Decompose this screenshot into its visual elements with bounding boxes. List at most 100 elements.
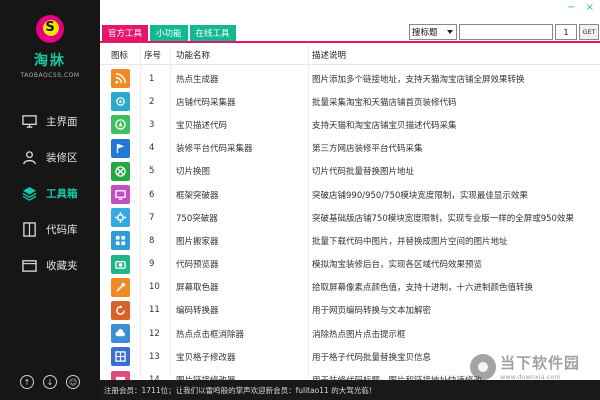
tab-bar: 官方工具 小功能 在线工具 [102, 25, 238, 41]
row-name[interactable]: 代码预览器 [170, 258, 308, 270]
sidebar: S 淘牀 TAOBAOCSS.COM 主界面 装修区 工具箱 代码库 收藏夹 ↑… [0, 0, 100, 400]
row-name[interactable]: 图片搬家器 [170, 235, 308, 247]
row-number: 3 [149, 119, 155, 130]
table-row[interactable]: 4 装修平台代码采集器 第三方网店装修平台代码采集 [100, 137, 600, 160]
tab-small-features[interactable]: 小功能 [150, 25, 188, 41]
page-number-input[interactable]: 1 [555, 24, 577, 40]
row-number: 8 [149, 235, 155, 246]
row-name[interactable]: 切片换图 [170, 165, 308, 177]
watermark-logo-icon [470, 353, 496, 380]
sidebar-item-codelib[interactable]: 代码库 [0, 211, 100, 247]
table-row[interactable]: 7 750突破器 突破基础版店铺750模块宽度限制，实现专业版一样的全屏或950效果 [100, 206, 600, 229]
search-type-select[interactable]: 搜标题 [409, 24, 457, 40]
row-name[interactable]: 店铺代码采集器 [170, 96, 308, 108]
row-description: 第三方网店装修平台代码采集 [312, 144, 423, 155]
grid2-icon [111, 347, 130, 367]
row-name[interactable]: 装修平台代码采集器 [170, 142, 308, 154]
table-row[interactable]: 11 编码转换器 用于网页编码转换与文本加解密 [100, 299, 600, 322]
row-name[interactable]: 屏幕取色器 [170, 281, 308, 293]
search-bar: 搜标题 1 GET [409, 24, 599, 40]
drag-icon [111, 92, 130, 112]
watermark-url: www.downxia.com [500, 373, 561, 381]
sidebar-item-label: 代码库 [46, 223, 78, 236]
logo-name: 淘牀 [34, 53, 66, 69]
table-row[interactable]: 1 热点生成器 图片添加多个链接地址，支持天猫淘宝店铺全屏效果转换 [100, 67, 600, 90]
header-num: 序号 [144, 50, 162, 61]
go-button[interactable]: GET [579, 24, 599, 40]
sidebar-nav: 主界面 装修区 工具箱 代码库 收藏夹 [0, 103, 100, 283]
grid-icon [111, 231, 130, 251]
row-name[interactable]: 宝贝描述代码 [170, 119, 308, 131]
tab-official-tools[interactable]: 官方工具 [102, 25, 149, 41]
monitor-icon [22, 114, 37, 129]
row-description: 批量采集淘宝和天猫店铺首页装修代码 [312, 97, 457, 108]
row-name[interactable]: 框架突破器 [170, 189, 308, 201]
row-name[interactable]: 热点生成器 [170, 73, 308, 85]
header-divider [100, 41, 600, 43]
row-name[interactable]: 热点点击框消除器 [170, 328, 308, 340]
sidebar-item-label: 主界面 [46, 115, 78, 128]
table-row[interactable]: 2 店铺代码采集器 批量采集淘宝和天猫店铺首页装修代码 [100, 90, 600, 113]
header-name: 功能名称 [176, 50, 211, 61]
watermark-title: 当下软件园 [500, 354, 581, 372]
sidebar-item-label: 工具箱 [46, 187, 78, 200]
search-input[interactable] [459, 24, 553, 40]
gear-icon [111, 208, 130, 228]
table-row[interactable]: 5 切片换图 切片代码批量替换图片地址 [100, 160, 600, 183]
row-description: 拾取屏幕像素点颜色值，支持十进制，十六进制颜色值转换 [312, 283, 534, 294]
app-logo: S 淘牀 TAOBAOCSS.COM [0, 14, 100, 79]
row-description: 突破店铺990/950/750模块宽度限制，实现最佳显示效果 [312, 190, 528, 201]
row-number: 5 [149, 166, 155, 177]
table-row[interactable]: 3 宝贝描述代码 支持天猫和淘宝店铺宝贝描述代码采集 [100, 113, 600, 136]
row-number: 1 [149, 73, 155, 84]
sidebar-item-label: 装修区 [46, 151, 78, 164]
tab-online-tools[interactable]: 在线工具 [189, 25, 236, 41]
download-icon[interactable]: ↓ [43, 375, 57, 389]
watermark: 当下软件园 www.downxia.com [470, 352, 580, 381]
upload-icon[interactable]: ↑ [20, 375, 34, 389]
row-description: 突破基础版店铺750模块宽度限制，实现专业版一样的全屏或950效果 [312, 213, 574, 224]
logo-letter: S [45, 20, 55, 35]
minimize-button[interactable]: − [567, 2, 575, 13]
row-description: 用于网页编码转换与文本加解密 [312, 306, 432, 317]
smiley-icon[interactable]: ☺ [66, 375, 80, 389]
sidebar-item-toolbox[interactable]: 工具箱 [0, 175, 100, 211]
row-description: 模拟淘宝装修后台，实现各区域代码效果预览 [312, 260, 483, 271]
sidebar-item-decorate[interactable]: 装修区 [0, 139, 100, 175]
sidebar-item-label: 收藏夹 [46, 259, 78, 272]
status-bar: 注册会员：1711位；让我们以雷鸣般的掌声欢迎新会员：fulitao11 的大驾… [100, 380, 600, 400]
folder-icon [22, 258, 37, 273]
picker-icon [111, 277, 130, 297]
table-header: 图标 序号 功能名称 描述说明 [100, 45, 600, 65]
row-description: 图片添加多个链接地址，支持天猫淘宝店铺全屏效果转换 [312, 74, 525, 85]
table-row[interactable]: 12 热点点击框消除器 消除热点图片点击提示框 [100, 322, 600, 345]
person-icon [22, 150, 37, 165]
code-icon [22, 221, 37, 237]
row-name[interactable]: 750突破器 [170, 212, 308, 224]
window-controls: − × [567, 2, 594, 13]
row-number: 10 [149, 282, 160, 293]
camera-icon [111, 254, 130, 274]
row-name[interactable]: 宝贝格子修改器 [170, 351, 308, 363]
row-description: 消除热点图片点击提示框 [312, 329, 406, 340]
row-number: 7 [149, 212, 155, 223]
sidebar-item-favorites[interactable]: 收藏夹 [0, 247, 100, 283]
table-row[interactable]: 6 框架突破器 突破店铺990/950/750模块宽度限制，实现最佳显示效果 [100, 183, 600, 206]
sidebar-item-home[interactable]: 主界面 [0, 103, 100, 139]
main-panel: − × 官方工具 小功能 在线工具 搜标题 1 GET 图标 序号 功能名称 描… [100, 0, 600, 400]
table-row[interactable]: 8 图片搬家器 批量下载代码中图片，并替换成图片空间的图片地址 [100, 229, 600, 252]
row-number: 4 [149, 143, 155, 154]
flag-icon [111, 138, 130, 158]
row-number: 2 [149, 96, 155, 107]
stack-icon [22, 186, 37, 201]
compass-icon [111, 115, 130, 135]
table-row[interactable]: 10 屏幕取色器 拾取屏幕像素点颜色值，支持十进制，十六进制颜色值转换 [100, 276, 600, 299]
logo-domain: TAOBAOCSS.COM [20, 72, 80, 79]
tool-list: 1 热点生成器 图片添加多个链接地址，支持天猫淘宝店铺全屏效果转换 2 店铺代码采集器批… [100, 67, 600, 392]
row-number: 9 [149, 259, 155, 270]
logo-mark-icon: S [35, 14, 65, 44]
close-button[interactable]: × [586, 2, 594, 13]
row-name[interactable]: 编码转换器 [170, 304, 308, 316]
table-row[interactable]: 9 代码预览器 模拟淘宝装修后台，实现各区域代码效果预览 [100, 253, 600, 276]
row-description: 批量下载代码中图片，并替换成图片空间的图片地址 [312, 236, 508, 247]
